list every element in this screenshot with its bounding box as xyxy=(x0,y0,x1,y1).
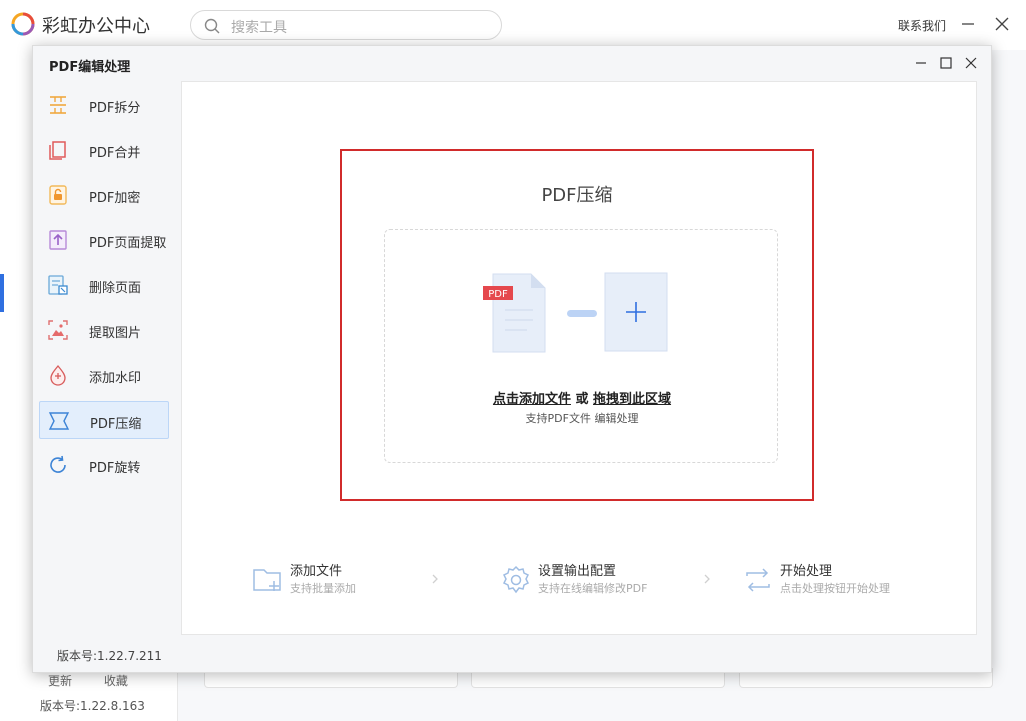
app-version: 版本号:1.22.8.163 xyxy=(40,699,145,713)
file-drop-zone[interactable]: PDF 点击添加文件 或 拖拽到此区域 支持PDF文件 编辑处理 xyxy=(384,229,778,463)
merge-icon xyxy=(49,141,66,160)
settings-icon xyxy=(502,565,530,594)
highlight-frame: PDF压缩 PDF 点击添加文件 或 拖拽到此区域 支持PDF文件 编辑处理 xyxy=(340,149,814,501)
menu-item-label: PDF旋转 xyxy=(89,461,141,476)
bottom-links: 更新 收藏 xyxy=(48,672,156,689)
chevron-right-icon xyxy=(704,574,710,584)
step-subtitle: 支持批量添加 xyxy=(290,582,356,595)
step-title: 开始处理 xyxy=(780,564,833,579)
dialog-version: 版本号:1.22.7.211 xyxy=(57,649,162,663)
maximize-icon[interactable] xyxy=(938,55,954,71)
step-subtitle: 点击处理按钮开始处理 xyxy=(780,582,890,595)
menu-item-pdf-page-extract[interactable]: PDF页面提取 xyxy=(39,221,169,259)
favorite-link[interactable]: 收藏 xyxy=(104,674,128,688)
menu-item-pdf-compress[interactable]: PDF压缩 xyxy=(39,401,169,439)
tool-title: PDF压缩 xyxy=(541,185,613,206)
search-placeholder: 搜索工具 xyxy=(231,20,287,36)
rotate-icon xyxy=(50,455,66,473)
dialog-title: PDF编辑处理 xyxy=(49,60,131,75)
add-pdf-illustration-icon: PDF xyxy=(483,272,668,353)
process-icon xyxy=(746,568,770,592)
delete-page-icon xyxy=(48,275,68,295)
menu-item-pdf-split[interactable]: PDF拆分 xyxy=(39,86,169,124)
pdf-editor-dialog: PDF编辑处理 PDF拆分 PDF合并 PDF加密 PDF页面提取 删除页面 提… xyxy=(32,45,992,673)
add-folder-icon xyxy=(253,569,281,591)
click-add-file-link[interactable]: 点击添加文件 xyxy=(493,392,571,407)
menu-item-label: 提取图片 xyxy=(89,326,142,341)
menu-item-pdf-merge[interactable]: PDF合并 xyxy=(39,131,169,169)
drop-subtitle: 支持PDF文件 编辑处理 xyxy=(525,412,639,425)
close-icon[interactable] xyxy=(992,14,1012,34)
menu-item-label: PDF页面提取 xyxy=(89,236,167,251)
minimize-icon[interactable] xyxy=(958,14,978,34)
menu-item-label: PDF拆分 xyxy=(89,101,141,116)
app-header: 彩虹办公中心 搜索工具 联系我们 xyxy=(0,0,1026,50)
lock-icon xyxy=(49,185,67,205)
menu-item-add-watermark[interactable]: 添加水印 xyxy=(39,356,169,394)
menu-item-label: 删除页面 xyxy=(89,281,142,296)
menu-item-pdf-rotate[interactable]: PDF旋转 xyxy=(39,446,169,484)
chevron-right-icon xyxy=(432,574,438,584)
drag-here-text: 拖拽到此区域 xyxy=(593,392,672,407)
pdf-badge: PDF xyxy=(488,289,508,300)
menu-item-pdf-encrypt[interactable]: PDF加密 xyxy=(39,176,169,214)
watermark-icon xyxy=(50,364,66,386)
close-icon[interactable] xyxy=(963,55,979,71)
drop-action-text: 点击添加文件 或 拖拽到此区域 xyxy=(385,388,779,407)
menu-item-delete-page[interactable]: 删除页面 xyxy=(39,266,169,304)
search-box[interactable]: 搜索工具 xyxy=(190,10,502,40)
menu-item-extract-image[interactable]: 提取图片 xyxy=(39,311,169,349)
or-text: 或 xyxy=(570,392,594,407)
minimize-icon[interactable] xyxy=(913,55,929,71)
menu-item-label: PDF合并 xyxy=(89,146,141,161)
update-link[interactable]: 更新 xyxy=(48,674,72,688)
step-title: 添加文件 xyxy=(290,564,343,579)
sidebar-active-indicator xyxy=(0,274,4,312)
image-icon xyxy=(48,320,68,340)
split-icon xyxy=(50,96,66,114)
app-name: 彩虹办公中心 xyxy=(42,16,150,37)
contact-link[interactable]: 联系我们 xyxy=(898,17,946,34)
menu-item-label: PDF压缩 xyxy=(90,417,142,432)
menu-item-label: 添加水印 xyxy=(89,371,142,386)
compress-icon xyxy=(48,412,70,430)
content-panel: PDF压缩 PDF 点击添加文件 或 拖拽到此区域 支持PDF文件 编辑处理 添… xyxy=(181,81,977,635)
rainbow-logo-icon xyxy=(11,12,35,36)
menu-item-label: PDF加密 xyxy=(89,191,141,206)
step-title: 设置输出配置 xyxy=(538,564,617,579)
extract-page-icon xyxy=(49,230,67,250)
step-subtitle: 支持在线编辑修改PDF xyxy=(538,582,648,595)
search-icon xyxy=(204,18,220,34)
